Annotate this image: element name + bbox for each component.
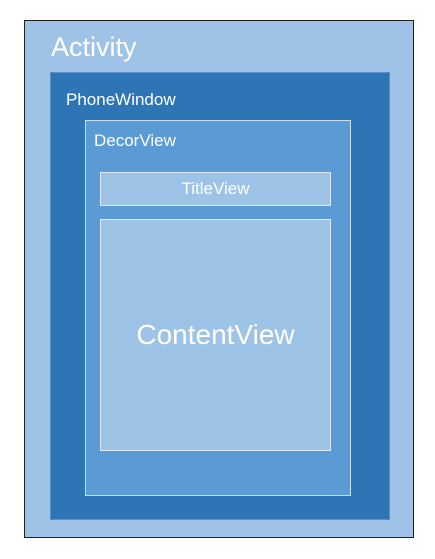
activity-label: Activity	[51, 32, 137, 62]
title-view-box: TitleView	[100, 172, 331, 206]
content-view-label: ContentView	[136, 319, 295, 350]
decor-view-box: DecorView TitleView ContentView	[85, 120, 351, 496]
activity-box: Activity PhoneWindow DecorView TitleView…	[24, 20, 414, 538]
title-view-label: TitleView	[181, 179, 250, 198]
phone-window-label: PhoneWindow	[66, 90, 176, 109]
decor-view-label: DecorView	[94, 131, 176, 150]
content-view-box: ContentView	[100, 219, 331, 451]
phone-window-box: PhoneWindow DecorView TitleView ContentV…	[50, 72, 390, 520]
